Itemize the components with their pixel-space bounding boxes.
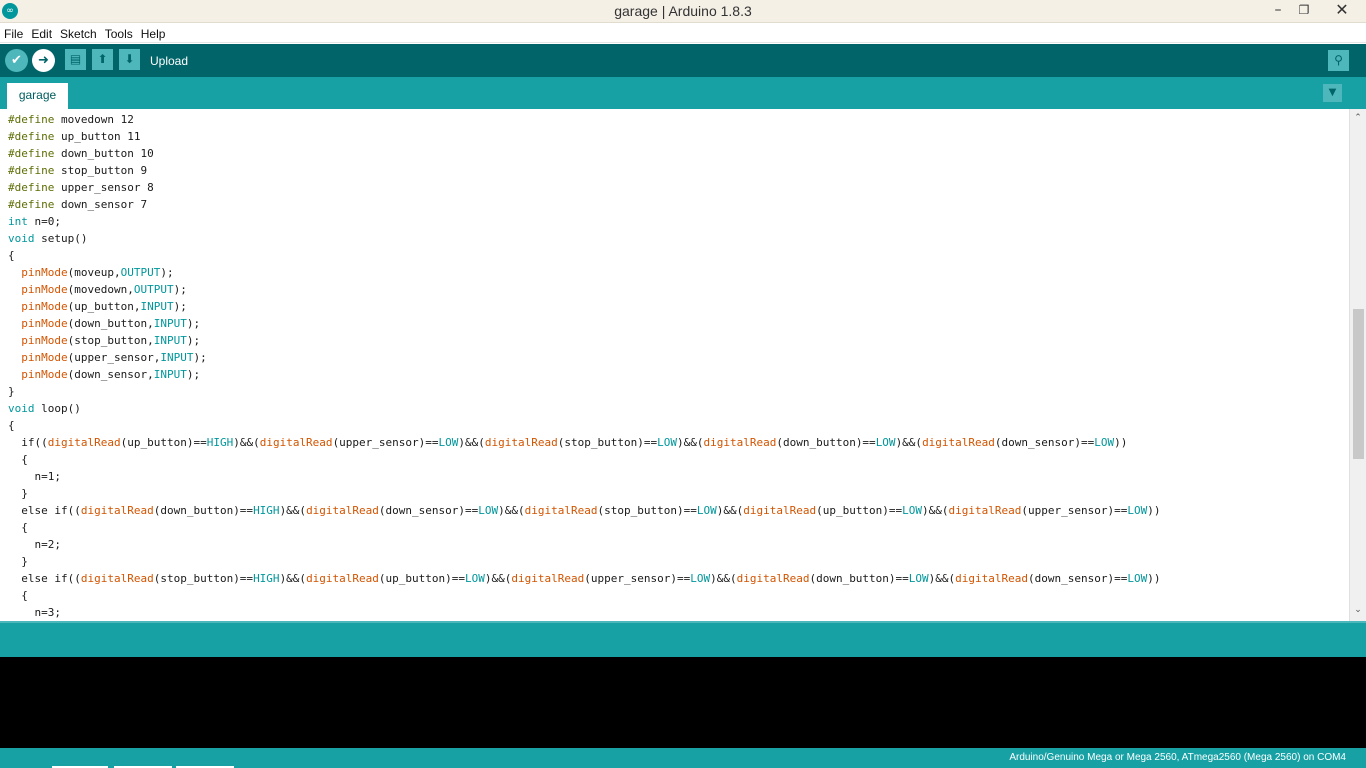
maximize-button[interactable]: ❐ [1290, 0, 1318, 22]
tab-bar: garage ▼ [0, 77, 1366, 109]
code-line[interactable]: #define movedown 12 [8, 111, 134, 128]
code-line[interactable]: n=1; [8, 468, 61, 485]
minimize-button[interactable]: – [1264, 0, 1292, 22]
close-button[interactable]: ✕ [1328, 0, 1356, 22]
code-line[interactable]: pinMode(stop_button,INPUT); [8, 332, 200, 349]
code-line[interactable]: { [8, 247, 15, 264]
open-sketch-button[interactable]: ⬆ [92, 49, 113, 70]
code-line[interactable]: void loop() [8, 400, 81, 417]
code-line[interactable]: if((digitalRead(up_button)==HIGH)&&(digi… [8, 434, 1127, 451]
code-line[interactable]: #define down_sensor 7 [8, 196, 147, 213]
tab-menu-button[interactable]: ▼ [1323, 84, 1342, 102]
menu-file[interactable]: File [0, 24, 27, 41]
code-line[interactable]: pinMode(moveup,OUTPUT); [8, 264, 173, 281]
code-line[interactable]: pinMode(up_button,INPUT); [8, 298, 187, 315]
scrollbar-thumb[interactable] [1353, 309, 1364, 459]
tab-garage[interactable]: garage [7, 83, 68, 109]
save-sketch-button[interactable]: ⬇ [119, 49, 140, 70]
code-line[interactable]: { [8, 417, 15, 434]
code-line[interactable]: #define upper_sensor 8 [8, 179, 154, 196]
code-line[interactable]: { [8, 587, 28, 604]
chevron-down-icon: ▼ [1328, 87, 1337, 98]
code-line[interactable]: void setup() [8, 230, 87, 247]
toolbar: ✔ ➜ ▤ ⬆ ⬇ Upload ⚲ [0, 44, 1366, 77]
code-line[interactable]: pinMode(upper_sensor,INPUT); [8, 349, 206, 366]
serial-monitor-button[interactable]: ⚲ [1328, 50, 1349, 71]
menu-bar: File Edit Sketch Tools Help [0, 23, 1366, 43]
code-line[interactable]: else if((digitalRead(stop_button)==HIGH)… [8, 570, 1160, 587]
code-line[interactable]: int n=0; [8, 213, 61, 230]
menu-help[interactable]: Help [137, 24, 170, 41]
code-line[interactable]: n=3; [8, 604, 61, 621]
code-line[interactable]: } [8, 383, 15, 400]
title-bar: ∞ garage | Arduino 1.8.3 – ❐ ✕ [0, 0, 1366, 23]
arrow-down-icon: ⬇ [124, 52, 135, 66]
toolbar-hover-label: Upload [150, 54, 189, 68]
verify-button[interactable]: ✔ [5, 49, 28, 72]
code-line[interactable]: n=2; [8, 536, 61, 553]
code-line[interactable]: #define up_button 11 [8, 128, 140, 145]
new-sketch-button[interactable]: ▤ [65, 49, 86, 70]
code-line[interactable]: pinMode(down_button,INPUT); [8, 315, 200, 332]
code-line[interactable]: #define stop_button 9 [8, 162, 147, 179]
footer-bar: Arduino/Genuino Mega or Mega 2560, ATmeg… [0, 748, 1366, 768]
editor-scrollbar[interactable]: ⌃ ⌄ [1349, 109, 1366, 621]
upload-button[interactable]: ➜ [32, 49, 55, 72]
menu-sketch[interactable]: Sketch [56, 24, 101, 41]
code-line[interactable]: } [8, 485, 28, 502]
scroll-down-icon[interactable]: ⌄ [1350, 603, 1366, 617]
code-editor[interactable]: #define movedown 12 #define up_button 11 #… [0, 109, 1349, 621]
scroll-up-icon[interactable]: ⌃ [1350, 111, 1366, 125]
code-line[interactable]: #define down_button 10 [8, 145, 154, 162]
arrow-up-icon: ⬆ [97, 52, 108, 66]
checkmark-icon: ✔ [11, 53, 22, 68]
code-line[interactable]: { [8, 519, 28, 536]
code-line[interactable]: { [8, 451, 28, 468]
code-line[interactable]: else if((digitalRead(down_button)==HIGH)… [8, 502, 1160, 519]
document-icon: ▤ [69, 52, 82, 66]
console-output[interactable] [0, 657, 1366, 748]
menu-tools[interactable]: Tools [101, 24, 137, 41]
magnifier-icon: ⚲ [1334, 53, 1343, 67]
window-title: garage | Arduino 1.8.3 [614, 3, 752, 19]
status-bar [0, 621, 1366, 657]
code-line[interactable]: } [8, 553, 28, 570]
menu-edit[interactable]: Edit [27, 24, 56, 41]
code-line[interactable]: pinMode(movedown,OUTPUT); [8, 281, 187, 298]
arrow-right-icon: ➜ [38, 53, 49, 68]
code-line[interactable]: pinMode(down_sensor,INPUT); [8, 366, 200, 383]
board-info: Arduino/Genuino Mega or Mega 2560, ATmeg… [1009, 752, 1346, 763]
